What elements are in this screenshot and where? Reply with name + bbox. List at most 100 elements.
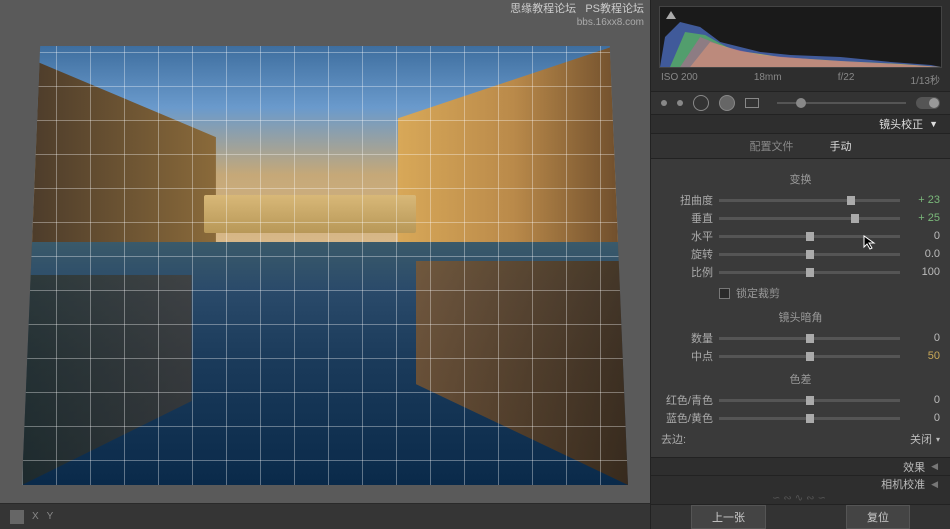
defringe-select[interactable]: 关闭 ▾ bbox=[910, 431, 940, 447]
chevron-right-icon: ◀ bbox=[931, 479, 938, 490]
panel-end-decoration: ∽∾∿∾∽ bbox=[651, 492, 950, 504]
coord-x-label: X bbox=[32, 511, 39, 522]
histogram-svg bbox=[660, 7, 941, 67]
distortion-thumb[interactable] bbox=[847, 196, 855, 205]
tab-profile[interactable]: 配置文件 bbox=[742, 134, 802, 158]
rotate-track[interactable] bbox=[719, 253, 900, 256]
exif-focal: 18mm bbox=[754, 72, 782, 87]
midpoint-track[interactable] bbox=[719, 355, 900, 358]
distortion-label: 扭曲度 bbox=[661, 192, 713, 208]
amount-label: 数量 bbox=[661, 330, 713, 346]
slider-midpoint: 中点 50 bbox=[661, 347, 940, 365]
redcyan-track[interactable] bbox=[719, 399, 900, 402]
defringe-value: 关闭 bbox=[910, 431, 932, 447]
scale-label: 比例 bbox=[661, 264, 713, 280]
right-sidebar: ISO 200 18mm f/22 1/13秒 镜头校正 ▼ 配置文件 手动 变… bbox=[650, 0, 950, 529]
lens-correction-header[interactable]: 镜头校正 ▼ bbox=[651, 115, 950, 134]
photo-viewport[interactable] bbox=[0, 0, 650, 503]
spot-tool-icon[interactable] bbox=[677, 100, 683, 106]
slider-rotate: 旋转 0.0 bbox=[661, 245, 940, 263]
amount-thumb[interactable] bbox=[806, 334, 814, 343]
slider-distortion: 扭曲度 + 23 bbox=[661, 191, 940, 209]
constrain-crop-label: 锁定裁剪 bbox=[736, 285, 780, 301]
slider-vertical: 垂直 + 25 bbox=[661, 209, 940, 227]
horizontal-thumb[interactable] bbox=[806, 232, 814, 241]
vertical-value[interactable]: + 25 bbox=[906, 212, 940, 224]
midpoint-thumb[interactable] bbox=[806, 352, 814, 361]
tab-manual[interactable]: 手动 bbox=[822, 134, 860, 158]
scale-value[interactable]: 100 bbox=[906, 266, 940, 278]
tool-strip bbox=[651, 92, 950, 115]
midpoint-value[interactable]: 50 bbox=[906, 350, 940, 362]
camera-calibration-header[interactable]: 相机校准 ◀ bbox=[651, 475, 950, 493]
radial-tool-icon[interactable] bbox=[745, 98, 759, 108]
section-ca: 色差 bbox=[661, 371, 940, 387]
tool-toggle[interactable] bbox=[916, 97, 940, 109]
clipping-indicator-icon[interactable] bbox=[666, 11, 676, 19]
rotate-label: 旋转 bbox=[661, 246, 713, 262]
constrain-crop-row: 锁定裁剪 bbox=[661, 281, 940, 303]
brush-size-slider[interactable] bbox=[777, 102, 906, 104]
slider-redcyan: 红色/青色 0 bbox=[661, 391, 940, 409]
watermark-text2: PS教程论坛 bbox=[585, 3, 644, 15]
distortion-track[interactable] bbox=[719, 199, 900, 202]
distortion-value[interactable]: + 23 bbox=[906, 194, 940, 206]
vertical-thumb[interactable] bbox=[851, 214, 859, 223]
rotate-thumb[interactable] bbox=[806, 250, 814, 259]
exif-aperture: f/22 bbox=[838, 72, 855, 87]
crop-tool-icon[interactable] bbox=[661, 100, 667, 106]
watermark-url: bbs.16xx8.com bbox=[510, 16, 644, 29]
vertical-label: 垂直 bbox=[661, 210, 713, 226]
grad-tool-icon[interactable] bbox=[719, 95, 735, 111]
camera-calibration-label: 相机校准 bbox=[881, 476, 925, 492]
view-mode-icon[interactable] bbox=[10, 510, 24, 524]
amount-track[interactable] bbox=[719, 337, 900, 340]
blueyellow-value[interactable]: 0 bbox=[906, 412, 940, 424]
coord-y-label: Y bbox=[47, 511, 54, 522]
bottom-toolbar: X Y bbox=[0, 503, 650, 529]
redcyan-thumb[interactable] bbox=[806, 396, 814, 405]
horizontal-label: 水平 bbox=[661, 228, 713, 244]
midpoint-label: 中点 bbox=[661, 348, 713, 364]
amount-value[interactable]: 0 bbox=[906, 332, 940, 344]
blueyellow-track[interactable] bbox=[719, 417, 900, 420]
vertical-track[interactable] bbox=[719, 217, 900, 220]
redcyan-label: 红色/青色 bbox=[661, 392, 713, 408]
horizontal-value[interactable]: 0 bbox=[906, 230, 940, 242]
scale-thumb[interactable] bbox=[806, 268, 814, 277]
photo bbox=[22, 18, 628, 485]
lens-panel-body: 变换 扭曲度 + 23 垂直 + 25 水平 0 旋转 0.0 bbox=[651, 159, 950, 457]
scale-track[interactable] bbox=[719, 271, 900, 274]
chevron-right-icon: ◀ bbox=[931, 461, 938, 472]
chevron-down-icon: ▾ bbox=[936, 435, 940, 444]
effects-header[interactable]: 效果 ◀ bbox=[651, 457, 950, 475]
blueyellow-thumb[interactable] bbox=[806, 414, 814, 423]
slider-amount: 数量 0 bbox=[661, 329, 940, 347]
slider-horizontal: 水平 0 bbox=[661, 227, 940, 245]
watermark-text: 思缘教程论坛 bbox=[510, 3, 576, 15]
main-canvas-area: 思缘教程论坛 PS教程论坛 bbs.16xx8.com X Y bbox=[0, 0, 650, 529]
prev-button[interactable]: 上一张 bbox=[691, 505, 766, 529]
defringe-row: 去边: 关闭 ▾ bbox=[661, 427, 940, 451]
photo-bridge bbox=[204, 195, 416, 232]
constrain-crop-checkbox[interactable] bbox=[719, 288, 730, 299]
exif-iso: ISO 200 bbox=[661, 72, 698, 87]
section-transform: 变换 bbox=[661, 171, 940, 187]
chevron-down-icon: ▼ bbox=[929, 119, 938, 129]
horizontal-track[interactable] bbox=[719, 235, 900, 238]
blueyellow-label: 蓝色/黄色 bbox=[661, 410, 713, 426]
histogram-panel: ISO 200 18mm f/22 1/13秒 bbox=[651, 0, 950, 92]
section-vignette: 镜头暗角 bbox=[661, 309, 940, 325]
redeye-tool-icon[interactable] bbox=[693, 95, 709, 111]
histogram[interactable] bbox=[659, 6, 942, 68]
reset-button[interactable]: 复位 bbox=[846, 505, 910, 529]
effects-label: 效果 bbox=[903, 459, 925, 475]
slider-scale: 比例 100 bbox=[661, 263, 940, 281]
watermark: 思缘教程论坛 PS教程论坛 bbs.16xx8.com bbox=[510, 2, 644, 29]
exif-shutter: 1/13秒 bbox=[911, 72, 940, 87]
rotate-value[interactable]: 0.0 bbox=[906, 248, 940, 260]
slider-blueyellow: 蓝色/黄色 0 bbox=[661, 409, 940, 427]
nav-buttons: 上一张 复位 bbox=[651, 504, 950, 529]
exif-info: ISO 200 18mm f/22 1/13秒 bbox=[659, 68, 942, 87]
redcyan-value[interactable]: 0 bbox=[906, 394, 940, 406]
